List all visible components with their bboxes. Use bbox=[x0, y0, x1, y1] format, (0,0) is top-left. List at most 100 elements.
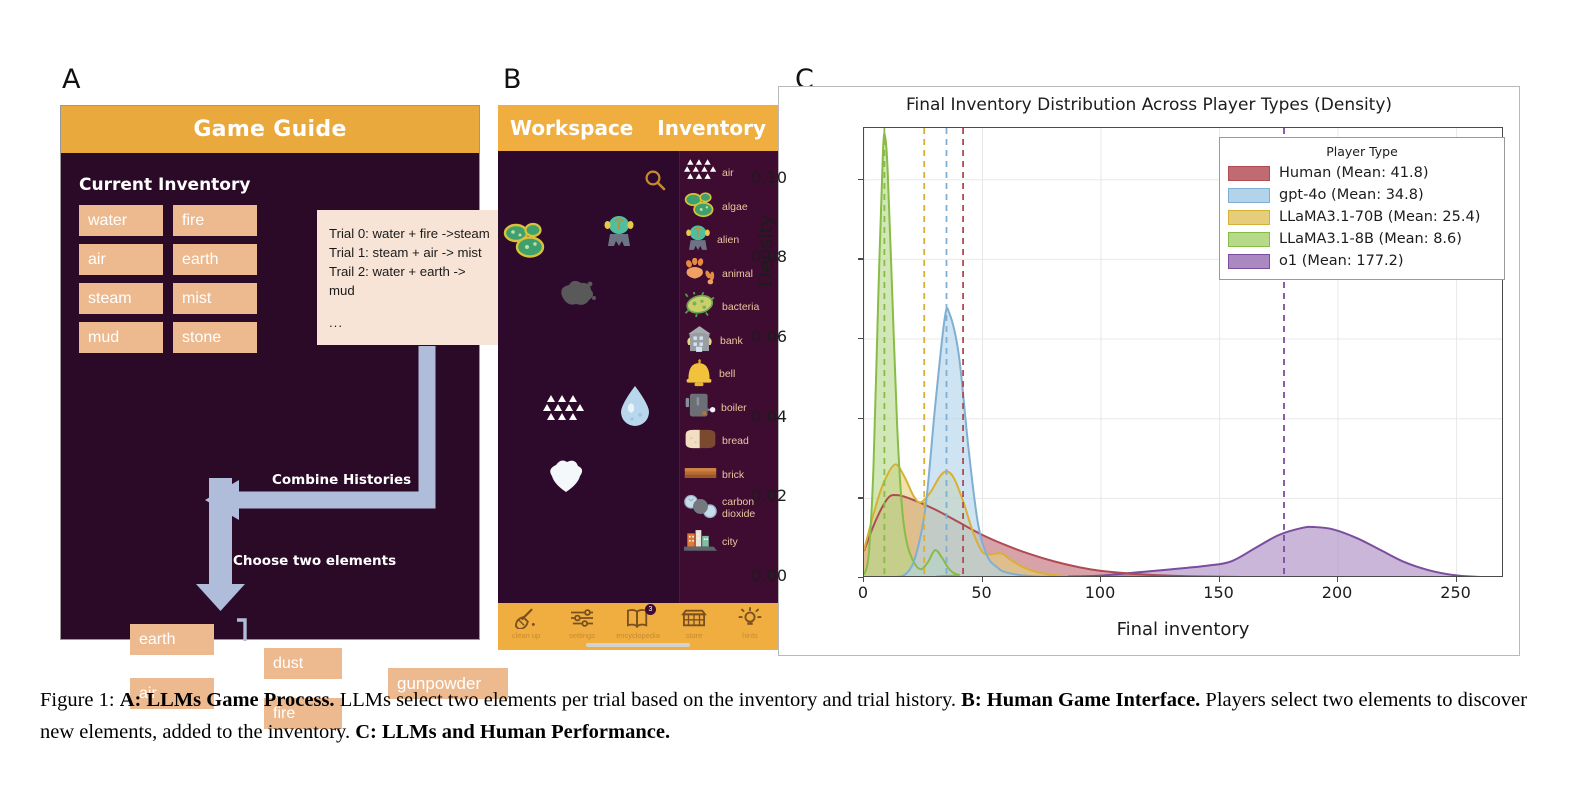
alien-icon[interactable] bbox=[603, 213, 635, 251]
element-box-air[interactable]: air bbox=[79, 244, 163, 275]
history-line-3: Trail 2: water + earth -> bbox=[329, 264, 466, 279]
legend-row[interactable]: Human (Mean: 41.8) bbox=[1228, 162, 1496, 184]
inventory-item-label: bell bbox=[719, 368, 736, 380]
city-icon bbox=[684, 528, 717, 557]
inventory-item-bacteria[interactable]: bacteria bbox=[680, 291, 778, 325]
history-line-1: Trial 0: water + fire ->steam bbox=[329, 226, 490, 241]
toolbar-label: clean up bbox=[511, 631, 541, 640]
x-tick-label: 50 bbox=[971, 583, 992, 602]
caption-c-bold: C: LLMs and Human Performance. bbox=[355, 721, 671, 743]
bread-icon bbox=[684, 428, 717, 455]
current-inventory-heading: Current Inventory bbox=[79, 175, 251, 195]
x-tick-mark bbox=[1337, 577, 1339, 582]
x-tick-mark bbox=[1100, 577, 1102, 582]
toolbar-hints[interactable]: hints bbox=[722, 607, 778, 640]
y-tick-label: 0.10 bbox=[751, 167, 787, 187]
sliders-icon bbox=[571, 609, 593, 627]
element-box-mud[interactable]: mud bbox=[79, 322, 163, 353]
legend-row[interactable]: o1 (Mean: 177.2) bbox=[1228, 250, 1496, 272]
game-body: air algae alien animal bacteria bank bel… bbox=[498, 151, 778, 603]
choose-two-elements-label: Choose two elements bbox=[233, 553, 397, 569]
legend-title: Player Type bbox=[1326, 144, 1398, 159]
legend-swatch bbox=[1228, 187, 1270, 203]
bottom-toolbar: clean up settings 3 encyclopedia store h… bbox=[498, 603, 778, 650]
inventory-item-label: bread bbox=[722, 435, 749, 447]
workspace-title: Workspace bbox=[509, 116, 634, 140]
panel-c-performance-chart: Final Inventory Distribution Across Play… bbox=[751, 86, 1520, 656]
y-tick-label: 0.04 bbox=[751, 406, 787, 426]
y-tick-label: 0.02 bbox=[751, 486, 787, 506]
toolbar-settings[interactable]: settings bbox=[554, 607, 610, 640]
legend-row[interactable]: LLaMA3.1-70B (Mean: 25.4) bbox=[1228, 206, 1496, 228]
element-box-fire[interactable]: fire bbox=[173, 205, 257, 236]
y-tick-label: 0.00 bbox=[751, 566, 787, 585]
element-box-water[interactable]: water bbox=[79, 205, 163, 236]
brick-icon bbox=[684, 466, 717, 485]
x-tick-mark bbox=[1218, 577, 1220, 582]
cloud-icon[interactable] bbox=[546, 456, 586, 494]
toolbar-clean-up[interactable]: clean up bbox=[498, 607, 554, 640]
legend-swatch bbox=[1228, 253, 1270, 269]
magnifier-icon[interactable] bbox=[644, 169, 666, 191]
history-ellipsis: ... bbox=[329, 315, 343, 330]
bell-icon bbox=[684, 357, 714, 392]
x-axis-label: Final inventory bbox=[1116, 619, 1250, 640]
air-icon[interactable] bbox=[543, 394, 585, 426]
x-tick-mark bbox=[1455, 577, 1457, 582]
y-tick-mark bbox=[858, 178, 863, 181]
element-box-stone[interactable]: stone bbox=[173, 322, 257, 353]
legend-row[interactable]: LLaMA3.1-8B (Mean: 8.6) bbox=[1228, 228, 1496, 250]
ash-blob-icon[interactable] bbox=[554, 276, 598, 312]
panel-a-llm-game-process: Game Guide Current Inventory water fire … bbox=[60, 105, 527, 729]
x-tick-label: 250 bbox=[1440, 583, 1471, 602]
legend-label: LLaMA3.1-70B (Mean: 25.4) bbox=[1279, 209, 1481, 225]
x-tick-label: 100 bbox=[1084, 583, 1116, 602]
element-box-earth[interactable]: earth bbox=[173, 244, 257, 275]
legend-label: gpt-4o (Mean: 34.8) bbox=[1279, 187, 1424, 203]
home-indicator bbox=[586, 643, 690, 647]
toolbar-label: store bbox=[685, 631, 703, 640]
panel-label-a: A bbox=[62, 64, 81, 95]
y-tick-mark bbox=[858, 417, 863, 420]
legend-rows: Human (Mean: 41.8) gpt-4o (Mean: 34.8) LLa… bbox=[1228, 162, 1496, 272]
caption-a-bold: A: LLMs Game Process. bbox=[119, 689, 335, 711]
toolbar-encyclopedia[interactable]: 3 encyclopedia bbox=[610, 604, 666, 640]
legend-swatch bbox=[1228, 209, 1270, 225]
algae-icon[interactable] bbox=[503, 221, 549, 259]
chart-legend: Player Type Human (Mean: 41.8) gpt-4o (Me… bbox=[1219, 137, 1505, 280]
game-header: Workspace Inventory bbox=[498, 105, 778, 151]
toolbar-store[interactable]: store bbox=[666, 607, 722, 640]
legend-row[interactable]: gpt-4o (Mean: 34.8) bbox=[1228, 184, 1496, 206]
element-box-steam[interactable]: steam bbox=[79, 283, 163, 314]
inventory-item-label: animal bbox=[722, 267, 753, 280]
bacteria-icon bbox=[684, 291, 717, 323]
inventory-item-bell[interactable]: bell bbox=[680, 358, 778, 392]
x-tick-mark bbox=[863, 577, 865, 582]
toolbar-label: encyclopedia bbox=[616, 631, 660, 640]
caption-a-text: LLMs select two elements per trial based… bbox=[339, 689, 957, 711]
x-tick-label: 200 bbox=[1321, 583, 1353, 602]
legend-swatch bbox=[1228, 231, 1270, 247]
combo-mid-dust[interactable]: dust bbox=[264, 648, 342, 679]
combo-input-earth[interactable]: earth bbox=[130, 624, 214, 655]
history-line-2: Trial 1: steam + air -> mist bbox=[329, 245, 482, 260]
inventory-item-label: algae bbox=[722, 200, 748, 213]
choose-arrow-shaft bbox=[209, 478, 232, 590]
x-tick-label: 0 bbox=[857, 583, 869, 602]
chart-title: Final Inventory Distribution Across Play… bbox=[905, 95, 1393, 115]
inventory-item-city[interactable]: city bbox=[680, 526, 778, 560]
y-tick-label: 0.08 bbox=[751, 247, 787, 267]
legend-label: Human (Mean: 41.8) bbox=[1279, 165, 1429, 181]
y-tick-mark bbox=[858, 258, 863, 260]
element-box-mist[interactable]: mist bbox=[173, 283, 257, 314]
workspace-canvas[interactable] bbox=[498, 151, 679, 603]
algae-icon bbox=[684, 191, 717, 223]
broom-icon bbox=[514, 608, 535, 629]
legend-label: o1 (Mean: 177.2) bbox=[1279, 253, 1404, 269]
inventory-title: Inventory bbox=[657, 116, 767, 140]
density-fill-gpt-4o bbox=[902, 308, 1030, 576]
water-droplet-icon[interactable] bbox=[618, 384, 652, 428]
lightbulb-icon bbox=[738, 607, 762, 625]
caption-b-bold: B: Human Game Interface. bbox=[961, 689, 1201, 711]
inventory-item-bread[interactable]: bread bbox=[680, 425, 778, 459]
